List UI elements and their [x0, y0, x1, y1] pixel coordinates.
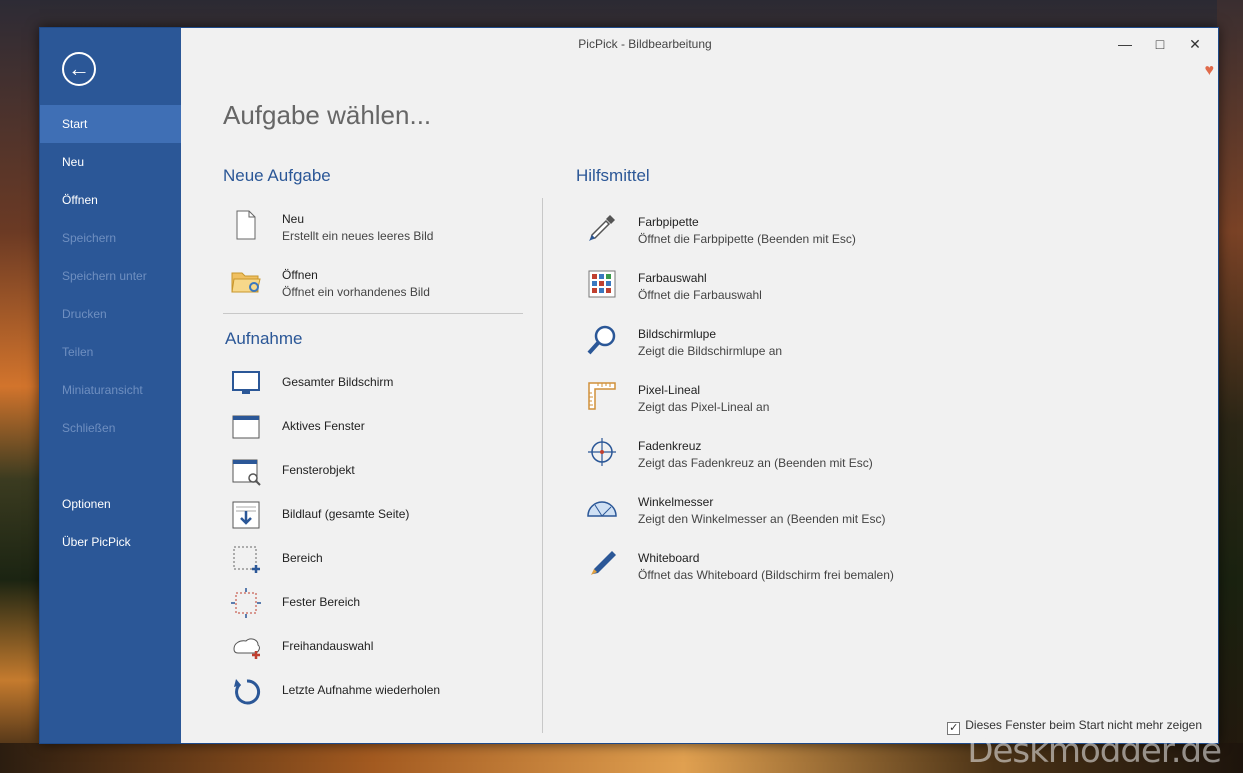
window-object-icon	[230, 455, 262, 487]
sidebar-item-about[interactable]: Über PicPick	[40, 523, 181, 561]
startup-checkbox[interactable]: ✓	[947, 722, 961, 735]
capture-window-object[interactable]: Fensterobjekt	[230, 455, 530, 495]
watermark-logo: Deskmodder.de	[967, 731, 1222, 771]
monitor-icon	[230, 367, 262, 399]
capture-scroll[interactable]: Bildlauf (gesamte Seite)	[230, 499, 530, 539]
window-icon	[230, 411, 262, 443]
tool-eyedropper[interactable]: Farbpipette Öffnet die Farbpipette (Been…	[586, 212, 986, 252]
sidebar-item-save-as: Speichern unter	[62, 269, 147, 283]
task-new[interactable]: Neu Erstellt ein neues leeres Bild	[230, 209, 530, 249]
section-divider	[223, 313, 523, 314]
sidebar-item-thumbnails: Miniaturansicht	[62, 383, 143, 397]
capture-freehand-label: Freihandauswahl	[282, 639, 374, 653]
tool-color-picker[interactable]: Farbauswahl Öffnet die Farbauswahl	[586, 268, 986, 308]
tool-crosshair[interactable]: Fadenkreuz Zeigt das Fadenkreuz an (Been…	[586, 436, 986, 476]
tool-ruler-desc: Zeigt das Pixel-Lineal an	[638, 400, 770, 414]
sidebar-item-start[interactable]: Start	[40, 105, 181, 143]
desktop-background-left	[0, 0, 40, 773]
fixed-region-icon	[230, 587, 262, 619]
freehand-icon	[230, 631, 262, 663]
sidebar-item-close: Schließen	[62, 421, 116, 435]
picpick-window: ← Start Neu Öffnen Speichern Speichern u…	[39, 27, 1219, 744]
capture-fixed-region-label: Fester Bereich	[282, 595, 361, 609]
capture-fixed-region[interactable]: Fester Bereich	[230, 587, 530, 627]
column-divider	[542, 198, 543, 733]
tool-protractor[interactable]: Winkelmesser Zeigt den Winkelmesser an (…	[586, 492, 986, 532]
section-title-tools: Hilfsmittel	[576, 166, 650, 185]
open-folder-icon	[230, 265, 262, 297]
new-file-icon	[230, 209, 262, 241]
tool-whiteboard-desc: Öffnet das Whiteboard (Bildschirm frei b…	[638, 568, 894, 582]
capture-repeat[interactable]: Letzte Aufnahme wiederholen	[230, 675, 530, 715]
color-palette-icon	[586, 268, 618, 300]
sidebar: ← Start Neu Öffnen Speichern Speichern u…	[40, 28, 181, 743]
capture-active-window-label: Aktives Fenster	[282, 419, 365, 433]
task-open-label: Öffnen	[282, 268, 318, 282]
back-arrow-icon[interactable]: ←	[62, 52, 96, 86]
capture-repeat-label: Letzte Aufnahme wiederholen	[282, 683, 441, 697]
repeat-icon	[230, 675, 262, 707]
ruler-icon	[586, 380, 618, 412]
section-title-new-task: Neue Aufgabe	[223, 166, 331, 185]
tool-color-picker-desc: Öffnet die Farbauswahl	[638, 288, 762, 302]
tool-eyedropper-label: Farbpipette	[638, 215, 699, 229]
scroll-capture-icon	[230, 499, 262, 531]
crosshair-icon	[586, 436, 618, 468]
tool-whiteboard[interactable]: Whiteboard Öffnet das Whiteboard (Bildsc…	[586, 548, 986, 588]
protractor-icon	[586, 492, 618, 524]
capture-fullscreen[interactable]: Gesamter Bildschirm	[230, 367, 530, 407]
capture-freehand[interactable]: Freihandauswahl	[230, 631, 530, 671]
close-button[interactable]: ✕	[1180, 34, 1210, 54]
tool-protractor-desc: Zeigt den Winkelmesser an (Beenden mit E…	[638, 512, 886, 526]
eyedropper-icon	[586, 212, 618, 244]
window-title: PicPick - Bildbearbeitung	[578, 37, 712, 51]
minimize-button[interactable]: —	[1110, 34, 1140, 54]
tool-color-picker-label: Farbauswahl	[638, 271, 707, 285]
task-open[interactable]: Öffnen Öffnet ein vorhandenes Bild	[230, 265, 530, 305]
page-title: Aufgabe wählen...	[223, 100, 432, 130]
tool-magnifier-desc: Zeigt die Bildschirmlupe an	[638, 344, 783, 358]
tool-ruler-label: Pixel-Lineal	[638, 383, 701, 397]
heart-icon[interactable]: ♥	[1205, 62, 1215, 80]
tool-eyedropper-desc: Öffnet die Farbpipette (Beenden mit Esc)	[638, 232, 856, 246]
desktop-background-right	[1217, 0, 1243, 773]
capture-active-window[interactable]: Aktives Fenster	[230, 411, 530, 451]
tool-crosshair-label: Fadenkreuz	[638, 439, 702, 453]
capture-region-label: Bereich	[282, 551, 323, 565]
pen-icon	[586, 548, 618, 580]
tool-ruler[interactable]: Pixel-Lineal Zeigt das Pixel-Lineal an	[586, 380, 986, 420]
sidebar-item-save: Speichern	[62, 231, 117, 245]
sidebar-item-share: Teilen	[62, 345, 94, 359]
tool-whiteboard-label: Whiteboard	[638, 551, 700, 565]
sidebar-item-options[interactable]: Optionen	[40, 485, 181, 523]
tool-magnifier[interactable]: Bildschirmlupe Zeigt die Bildschirmlupe …	[586, 324, 986, 364]
capture-scroll-label: Bildlauf (gesamte Seite)	[282, 507, 410, 521]
region-icon	[230, 543, 262, 575]
capture-fullscreen-label: Gesamter Bildschirm	[282, 375, 394, 389]
capture-region[interactable]: Bereich	[230, 543, 530, 583]
task-open-desc: Öffnet ein vorhandenes Bild	[282, 285, 430, 299]
section-title-capture: Aufnahme	[225, 329, 303, 348]
sidebar-item-open[interactable]: Öffnen	[40, 181, 181, 219]
startup-checkbox-label: Dieses Fenster beim Start nicht mehr zei…	[965, 718, 1202, 732]
sidebar-item-new[interactable]: Neu	[40, 143, 181, 181]
task-new-desc: Erstellt ein neues leeres Bild	[282, 229, 434, 243]
sidebar-item-print: Drucken	[62, 307, 107, 321]
magnifier-icon	[586, 324, 618, 356]
maximize-button[interactable]: □	[1145, 34, 1175, 54]
capture-window-object-label: Fensterobjekt	[282, 463, 355, 477]
tool-magnifier-label: Bildschirmlupe	[638, 327, 717, 341]
tool-protractor-label: Winkelmesser	[638, 495, 714, 509]
tool-crosshair-desc: Zeigt das Fadenkreuz an (Beenden mit Esc…	[638, 456, 873, 470]
task-new-label: Neu	[282, 212, 305, 226]
